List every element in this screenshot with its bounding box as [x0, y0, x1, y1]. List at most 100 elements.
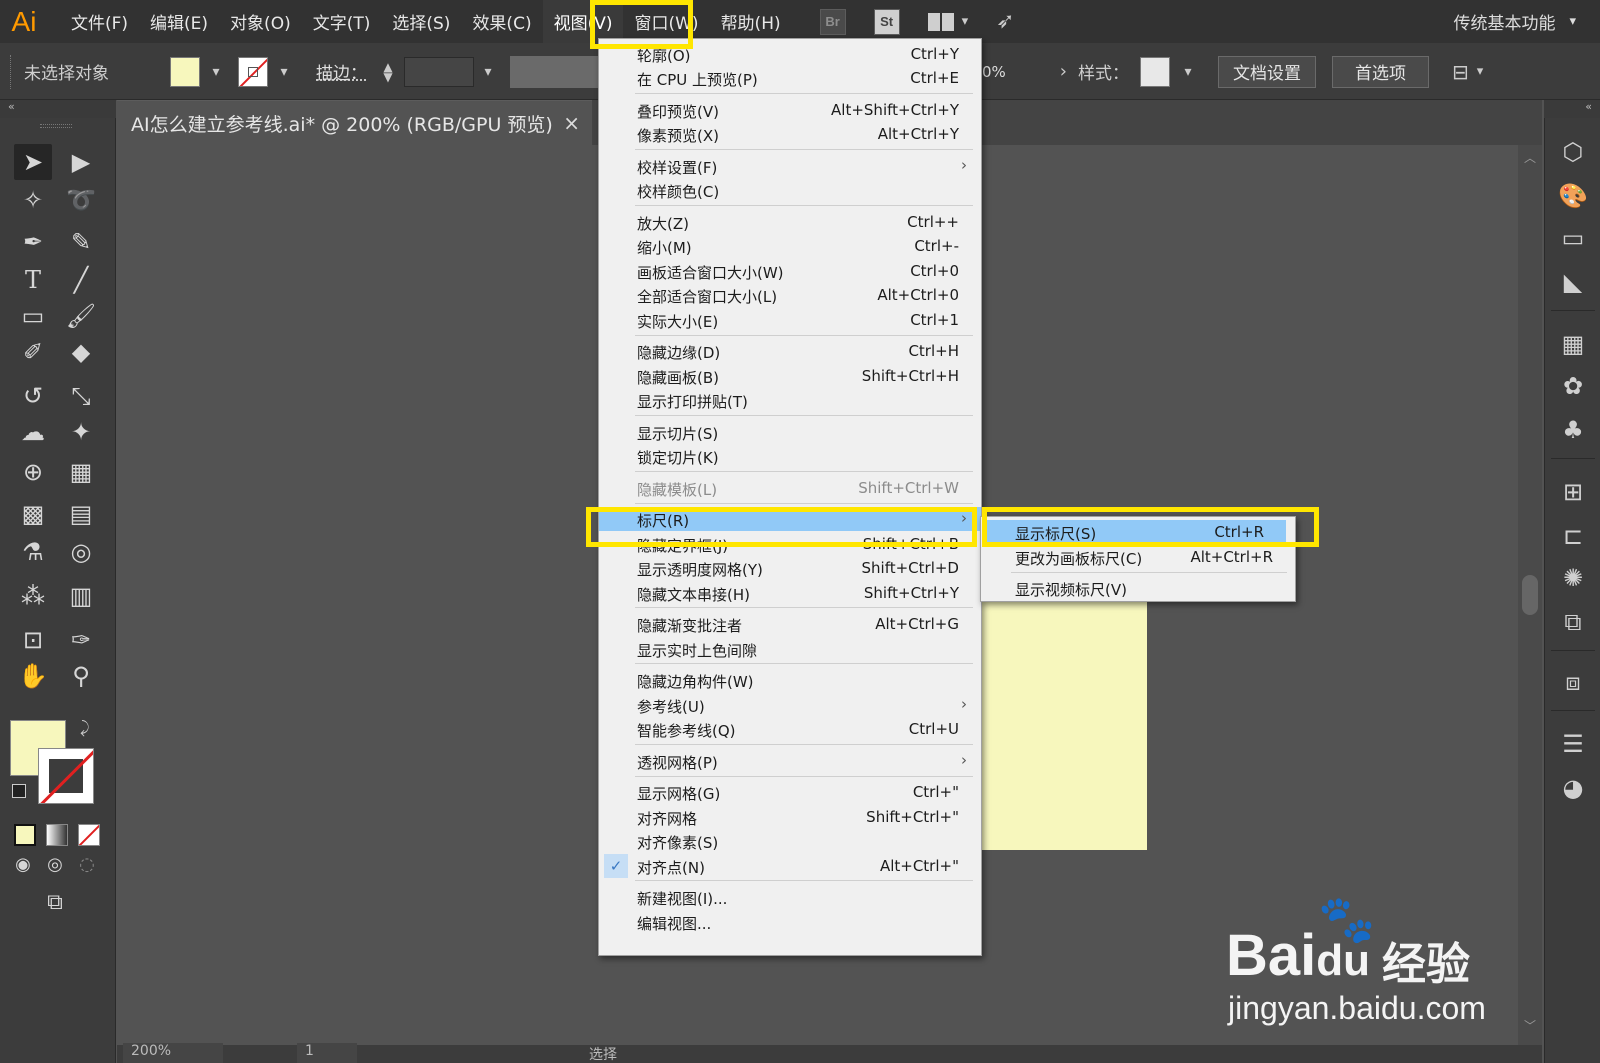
- symbol-sprayer-icon[interactable]: ⁂: [14, 578, 52, 614]
- menu-file[interactable]: 文件(F): [60, 0, 139, 43]
- menu-item-actual-size[interactable]: 实际大小(E) Ctrl+1: [599, 308, 981, 332]
- menu-item-pixel-preview[interactable]: 像素预览(X) Alt+Ctrl+Y: [599, 122, 981, 146]
- chevron-down-icon[interactable]: ▾: [478, 62, 498, 82]
- chevron-down-icon[interactable]: ▾: [274, 62, 294, 82]
- zoom-level-field[interactable]: 200%: [123, 1043, 223, 1063]
- graphic-style-control[interactable]: ▾: [1140, 43, 1198, 100]
- mesh-icon[interactable]: ▩: [14, 496, 52, 532]
- blend-icon[interactable]: ◎: [62, 534, 100, 570]
- chevron-right-icon[interactable]: ›: [1060, 61, 1067, 82]
- menu-item-guides[interactable]: 参考线(U) ›: [599, 693, 981, 717]
- stroke-label[interactable]: 描边：: [316, 43, 367, 100]
- color-guide-icon[interactable]: ◣: [1557, 266, 1589, 298]
- menu-select[interactable]: 选择(S): [381, 0, 461, 43]
- rectangle-icon[interactable]: ▭: [14, 298, 52, 334]
- menu-item-print-tiling[interactable]: 显示打印拼贴(T): [599, 388, 981, 412]
- menu-item-hide-artboards[interactable]: 隐藏画板(B) Shift+Ctrl+H: [599, 364, 981, 388]
- menu-item-show-grid[interactable]: 显示网格(G) Ctrl+": [599, 780, 981, 804]
- menu-type[interactable]: 文字(T): [302, 0, 382, 43]
- chevron-down-icon[interactable]: ▾: [1477, 64, 1484, 79]
- transparency-icon[interactable]: ◕: [1557, 772, 1589, 804]
- lasso-icon[interactable]: ➰: [62, 182, 100, 218]
- bridge-icon[interactable]: Br: [819, 8, 846, 35]
- preferences-button[interactable]: 首选项: [1332, 55, 1429, 88]
- gradient-icon[interactable]: ▤: [62, 496, 100, 532]
- gpu-performance-icon[interactable]: ➶: [996, 9, 1014, 34]
- menu-help[interactable]: 帮助(H): [710, 0, 792, 43]
- perspective-grid-icon[interactable]: ▦: [62, 454, 100, 490]
- menu-item-hide-edges[interactable]: 隐藏边缘(D) Ctrl+H: [599, 339, 981, 363]
- menu-effect[interactable]: 效果(C): [461, 0, 542, 43]
- line-icon[interactable]: ╱: [62, 262, 100, 298]
- transform-icon[interactable]: ⊞: [1557, 476, 1589, 508]
- menu-item-lock-slices[interactable]: 锁定切片(K): [599, 444, 981, 468]
- artboard-number-field[interactable]: 1: [297, 1043, 357, 1063]
- menu-item-transparency-grid[interactable]: 显示透明度网格(Y) Shift+Ctrl+D: [599, 556, 981, 580]
- default-fill-stroke-icon[interactable]: [12, 784, 26, 798]
- magic-wand-icon[interactable]: ✧: [14, 182, 52, 218]
- artboards-icon[interactable]: ⧉: [1557, 606, 1589, 638]
- paintbrush-icon[interactable]: 🖌: [62, 298, 100, 334]
- warp-icon[interactable]: ☁: [14, 414, 52, 450]
- hand-icon[interactable]: ✋: [14, 658, 52, 694]
- align-options[interactable]: ⊟ ▾: [1452, 43, 1483, 100]
- stroke-weight-input[interactable]: [404, 56, 474, 87]
- menu-item-edit-views[interactable]: 编辑视图...: [599, 910, 981, 934]
- align-panel-icon[interactable]: ⊏: [1557, 520, 1589, 552]
- variable-width-profile[interactable]: [510, 43, 600, 100]
- type-icon[interactable]: T: [14, 262, 52, 298]
- layers-icon[interactable]: ⧈: [1557, 666, 1589, 698]
- symbols-icon[interactable]: ♣: [1557, 414, 1589, 446]
- draw-inside-icon[interactable]: ◌: [72, 846, 102, 882]
- zoom-icon[interactable]: ⚲: [62, 658, 100, 694]
- swatches-icon[interactable]: ▭: [1557, 222, 1589, 254]
- color-mode-button[interactable]: [14, 824, 36, 846]
- arrange-documents-icon[interactable]: ▾: [927, 12, 968, 31]
- menu-item-smart-guides[interactable]: 智能参考线(Q) Ctrl+U: [599, 717, 981, 741]
- fill-control[interactable]: ▾: [170, 43, 226, 100]
- menu-item-snap-to-pixel[interactable]: 对齐像素(S): [599, 829, 981, 853]
- vertical-scrollbar[interactable]: ︿ ﹀: [1518, 145, 1542, 1045]
- eraser-icon[interactable]: ◆: [62, 334, 100, 370]
- toolbox-grip[interactable]: [40, 124, 72, 128]
- align-icon[interactable]: ⊟: [1452, 60, 1469, 84]
- draw-behind-icon[interactable]: ◎: [40, 846, 70, 882]
- direct-selection-icon[interactable]: ▶: [62, 144, 100, 180]
- artboard-icon[interactable]: ⊡: [14, 622, 52, 658]
- slice-icon[interactable]: ✑: [62, 622, 100, 658]
- fill-swatch[interactable]: [170, 56, 200, 87]
- menu-item-hide-text-threads[interactable]: 隐藏文本串接(H) Shift+Ctrl+Y: [599, 581, 981, 605]
- gradient-mode-button[interactable]: [46, 824, 68, 846]
- scrollbar-thumb[interactable]: [1522, 575, 1538, 615]
- menu-item-show-slices[interactable]: 显示切片(S): [599, 420, 981, 444]
- panel-collapse-strip[interactable]: «: [1544, 100, 1600, 118]
- document-setup-button[interactable]: 文档设置: [1218, 55, 1316, 88]
- graphic-style-swatch[interactable]: [1140, 56, 1170, 87]
- swatch-grid-icon[interactable]: ▦: [1557, 328, 1589, 360]
- menu-item-zoom-in[interactable]: 放大(Z) Ctrl++: [599, 210, 981, 234]
- selection-tool-icon[interactable]: ➤: [14, 144, 52, 180]
- menu-item-proof-colors[interactable]: 校样颜色(C): [599, 178, 981, 202]
- appearance-icon[interactable]: ✺: [1557, 562, 1589, 594]
- menu-item-snap-to-grid[interactable]: 对齐网格 Shift+Ctrl+": [599, 805, 981, 829]
- stock-icon[interactable]: St: [873, 8, 900, 35]
- collapse-icon[interactable]: «: [8, 100, 15, 113]
- menu-item-live-paint-gaps[interactable]: 显示实时上色间隙: [599, 637, 981, 661]
- puppet-warp-icon[interactable]: ✦: [62, 414, 100, 450]
- menu-item-video-rulers[interactable]: 显示视频标尺(V): [981, 576, 1295, 600]
- menu-item-cpu-preview[interactable]: 在 CPU 上预览(P) Ctrl+E: [599, 66, 981, 90]
- workspace-switcher[interactable]: 传统基本功能 ▾: [1453, 0, 1576, 43]
- menu-edit[interactable]: 编辑(E): [139, 0, 219, 43]
- menu-item-fit-all[interactable]: 全部适合窗口大小(L) Alt+Ctrl+0: [599, 283, 981, 307]
- opacity-field[interactable]: 0% ›: [982, 43, 1067, 100]
- stroke-color-box[interactable]: [38, 748, 94, 804]
- menu-item-hide-gradient-annotator[interactable]: 隐藏渐变批注者 Alt+Ctrl+G: [599, 612, 981, 636]
- libraries-icon[interactable]: ⬡: [1557, 136, 1589, 168]
- column-graph-icon[interactable]: ▥: [62, 578, 100, 614]
- color-icon[interactable]: 🎨: [1557, 180, 1589, 212]
- stroke-none-swatch[interactable]: [238, 56, 268, 87]
- document-tab[interactable]: AI怎么建立参考线.ai* @ 200% (RGB/GPU 预览) ×: [117, 100, 592, 145]
- menu-item-hide-corner-widget[interactable]: 隐藏边角构件(W): [599, 668, 981, 692]
- stroke-weight-field[interactable]: ▾: [404, 43, 498, 100]
- draw-normal-icon[interactable]: ◉: [8, 846, 38, 882]
